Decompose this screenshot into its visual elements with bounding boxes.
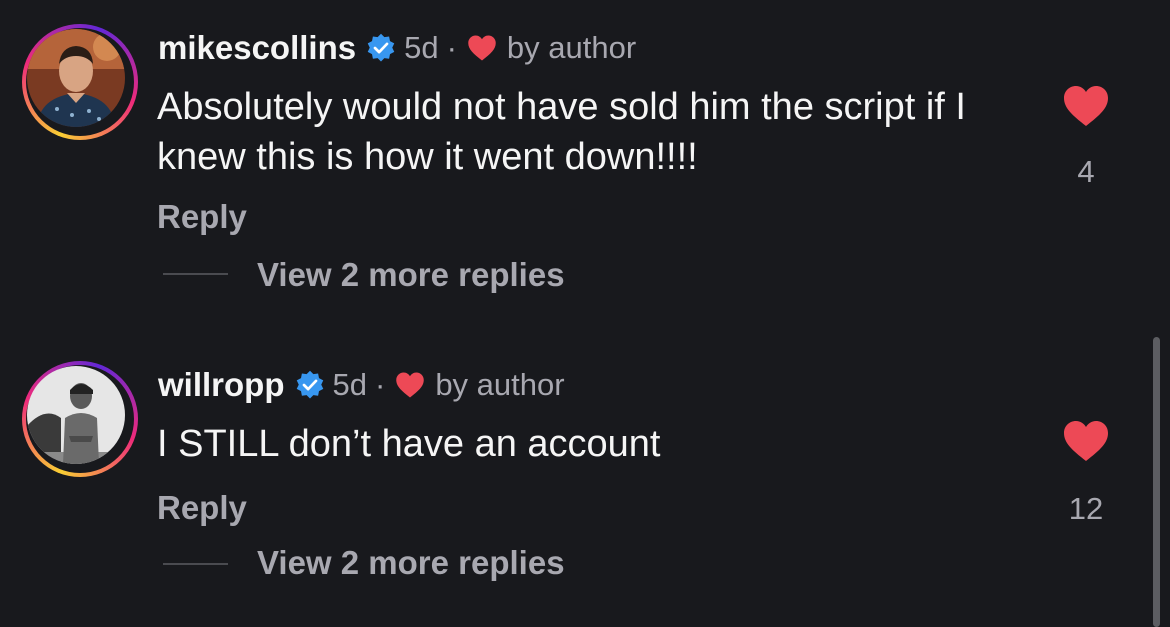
reply-button[interactable]: Reply bbox=[157, 198, 247, 236]
comment-header: mikescollins 5d · by author bbox=[158, 28, 636, 68]
heart-icon bbox=[396, 372, 425, 398]
verified-badge-icon bbox=[296, 370, 323, 399]
avatar[interactable] bbox=[27, 366, 125, 464]
like-heart-icon[interactable] bbox=[1062, 84, 1110, 128]
scrollbar[interactable] bbox=[1153, 337, 1160, 627]
verified-badge-icon bbox=[367, 33, 395, 62]
username-link[interactable]: mikescollins bbox=[158, 29, 356, 67]
comment-header: willropp 5d · by author bbox=[158, 365, 565, 405]
like-count: 4 bbox=[1077, 154, 1095, 189]
like-count: 12 bbox=[1068, 491, 1104, 526]
separator-dot: · bbox=[446, 30, 457, 65]
avatar-story-ring[interactable] bbox=[22, 24, 138, 140]
avatar-image bbox=[27, 29, 125, 127]
replies-divider-line bbox=[163, 563, 228, 565]
comment-age: 5d bbox=[404, 30, 439, 65]
heart-icon bbox=[468, 35, 496, 61]
avatar[interactable] bbox=[27, 29, 125, 127]
liked-by-author-label: by author bbox=[506, 30, 637, 65]
view-more-replies-button[interactable]: View 2 more replies bbox=[257, 256, 565, 294]
replies-divider-line bbox=[163, 273, 228, 275]
comment-text: I STILL don’t have an account bbox=[157, 423, 661, 465]
comment-text: Absolutely would not have sold him the s… bbox=[157, 86, 966, 178]
separator-dot: · bbox=[374, 367, 386, 402]
like-heart-icon[interactable] bbox=[1062, 419, 1110, 463]
avatar-story-ring[interactable] bbox=[22, 361, 138, 477]
liked-by-author-label: by author bbox=[435, 367, 565, 402]
avatar-image bbox=[27, 366, 125, 464]
username-link[interactable]: willropp bbox=[158, 366, 285, 404]
reply-button[interactable]: Reply bbox=[157, 489, 247, 527]
comment-age: 5d bbox=[332, 367, 367, 402]
view-more-replies-button[interactable]: View 2 more replies bbox=[257, 544, 565, 582]
